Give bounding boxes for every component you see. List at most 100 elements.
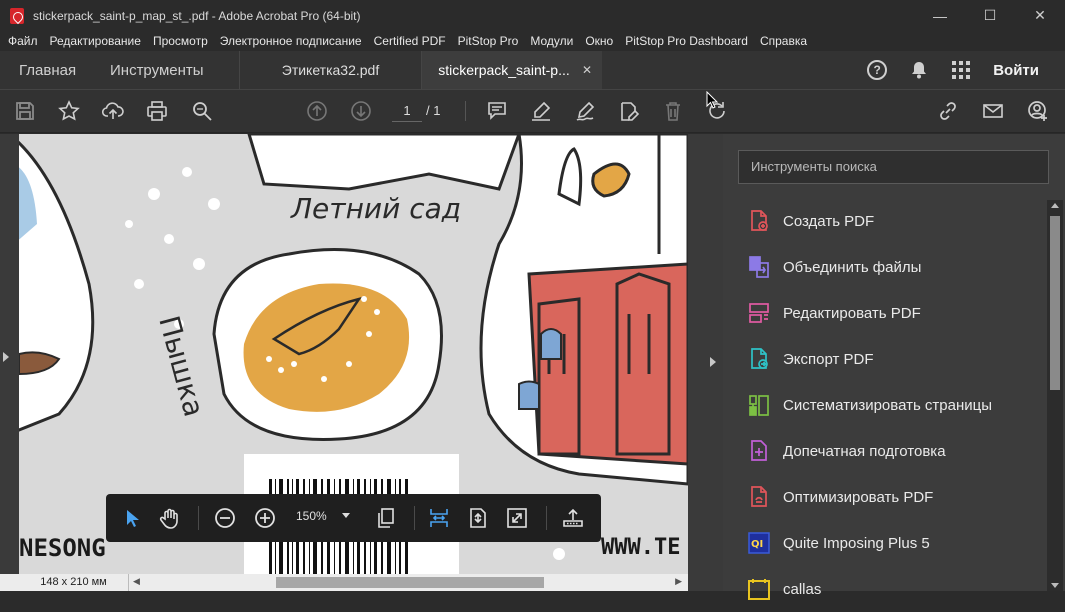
menu-help[interactable]: Справка xyxy=(754,34,813,48)
highlight-icon[interactable] xyxy=(528,98,554,124)
tool-label: Объединить файлы xyxy=(783,258,922,276)
title-bar: stickerpack_saint-p_map_st_.pdf - Adobe … xyxy=(0,0,1065,31)
print-production-icon xyxy=(747,439,771,463)
maximize-button[interactable]: ☐ xyxy=(965,0,1015,31)
comment-icon[interactable] xyxy=(484,98,510,124)
full-screen-icon[interactable] xyxy=(505,506,529,530)
fit-width-icon[interactable] xyxy=(427,506,451,530)
scroll-right-icon[interactable]: ▶ xyxy=(675,576,682,587)
search-tools-input[interactable]: Инструменты поиска xyxy=(738,150,1049,184)
menu-certified-pdf[interactable]: Certified PDF xyxy=(368,34,452,48)
hand-icon[interactable] xyxy=(158,506,182,530)
collapse-right-panel-icon[interactable] xyxy=(710,357,716,367)
panel-scroll-thumb[interactable] xyxy=(1050,216,1060,390)
tool-combine-files[interactable]: Объединить файлы xyxy=(723,244,1047,290)
tool-label: Систематизировать страницы xyxy=(783,396,993,414)
scroll-left-icon[interactable]: ◀ xyxy=(133,576,140,587)
acrobat-logo-icon xyxy=(10,7,24,24)
menu-window[interactable]: Окно xyxy=(579,34,619,48)
tool-organize-pages[interactable]: Систематизировать страницы xyxy=(723,382,1047,428)
expand-left-panel-icon[interactable] xyxy=(3,352,9,362)
float-divider xyxy=(198,506,199,530)
next-page-icon[interactable] xyxy=(348,98,374,124)
window-title: stickerpack_saint-p_map_st_.pdf - Adobe … xyxy=(33,8,361,23)
tab-tools[interactable]: Инструменты xyxy=(110,51,204,89)
tool-optimize-pdf[interactable]: Оптимизировать PDF xyxy=(723,474,1047,520)
export-pdf-icon xyxy=(747,347,771,371)
apps-grid-icon[interactable] xyxy=(951,60,971,80)
prev-page-icon[interactable] xyxy=(304,98,330,124)
menu-view[interactable]: Просмотр xyxy=(147,34,214,48)
page-size-readout: 148 x 210 мм xyxy=(19,574,129,591)
sticker-label-www: WWW.TE xyxy=(601,535,680,560)
page-view-icon[interactable] xyxy=(374,506,398,530)
zoom-out-icon[interactable] xyxy=(213,506,237,530)
float-divider xyxy=(546,506,547,530)
quite-imposing-icon: QI xyxy=(747,531,771,555)
tab-home[interactable]: Главная xyxy=(19,51,76,89)
zoom-dropdown-icon[interactable] xyxy=(342,513,350,518)
menu-bar: Файл Редактирование Просмотр Электронное… xyxy=(0,31,1065,51)
tool-label: Редактировать PDF xyxy=(783,304,921,322)
tool-create-pdf[interactable]: Создать PDF xyxy=(723,198,1047,244)
menu-plugins[interactable]: Модули xyxy=(524,34,579,48)
combine-files-icon xyxy=(747,255,771,279)
optimize-pdf-icon xyxy=(747,485,771,509)
menu-pitstop-pro[interactable]: PitStop Pro xyxy=(452,34,525,48)
save-icon[interactable] xyxy=(12,98,38,124)
create-pdf-icon xyxy=(747,209,771,233)
delete-icon[interactable] xyxy=(660,98,686,124)
email-icon[interactable] xyxy=(980,98,1006,124)
sticker-label-pyshka: Пышка xyxy=(152,312,210,420)
menu-edit[interactable]: Редактирование xyxy=(44,34,147,48)
close-tab-icon[interactable]: ✕ xyxy=(582,63,592,77)
tool-callas[interactable]: callas xyxy=(723,566,1047,612)
tab-document-stickerpack[interactable]: stickerpack_saint-p... ✕ xyxy=(421,51,602,89)
edit-pdf-tool-icon[interactable] xyxy=(616,98,642,124)
tab-document-etiketka[interactable]: Этикетка32.pdf xyxy=(239,51,421,89)
tab-bar: Главная Инструменты Этикетка32.pdf stick… xyxy=(0,51,1065,90)
help-icon[interactable]: ? xyxy=(867,60,888,80)
horizontal-scroll-thumb[interactable] xyxy=(276,577,544,588)
share-link-icon[interactable] xyxy=(935,98,961,124)
scroll-up-icon[interactable] xyxy=(1051,203,1059,208)
tool-label: callas xyxy=(783,580,822,598)
fit-page-icon[interactable] xyxy=(466,506,490,530)
sticker-label-letniy-sad: Летний сад xyxy=(290,192,461,225)
status-bar: 148 x 210 мм ◀ ▶ xyxy=(0,574,688,591)
notifications-bell-icon[interactable] xyxy=(909,60,929,80)
organize-pages-icon xyxy=(747,393,771,417)
sticker-label-nesong: NESONG xyxy=(19,534,106,562)
tools-panel: Инструменты поиска Создать PDF Объединит… xyxy=(723,134,1065,600)
tab-document-label: Этикетка32.pdf xyxy=(281,62,380,78)
tool-print-production[interactable]: Допечатная подготовка xyxy=(723,428,1047,474)
tool-list: Создать PDF Объединить файлы Редактирова… xyxy=(723,198,1047,612)
read-mode-icon[interactable] xyxy=(561,506,585,530)
menu-esign[interactable]: Электронное подписание xyxy=(214,34,368,48)
minimize-button[interactable]: — xyxy=(915,0,965,31)
scroll-down-icon[interactable] xyxy=(1051,583,1059,588)
horizontal-scrollbar[interactable]: ◀ ▶ xyxy=(130,576,688,589)
panel-vertical-scrollbar[interactable] xyxy=(1047,200,1063,591)
sign-icon[interactable] xyxy=(572,98,598,124)
zoom-in-icon[interactable] xyxy=(253,506,277,530)
select-icon[interactable] xyxy=(120,506,144,530)
tool-quite-imposing[interactable]: QI Quite Imposing Plus 5 xyxy=(723,520,1047,566)
page-number-input[interactable]: 1 xyxy=(392,100,422,122)
close-button[interactable]: ✕ xyxy=(1015,0,1065,31)
star-icon[interactable] xyxy=(56,98,82,124)
menu-file[interactable]: Файл xyxy=(2,34,44,48)
tool-label: Quite Imposing Plus 5 xyxy=(783,534,930,552)
tool-export-pdf[interactable]: Экспорт PDF xyxy=(723,336,1047,382)
add-user-icon[interactable] xyxy=(1025,98,1051,124)
find-icon[interactable] xyxy=(189,98,215,124)
sign-in-button[interactable]: Войти xyxy=(993,62,1039,79)
zoom-level-select[interactable]: 150% xyxy=(296,509,327,523)
menu-pitstop-dashboard[interactable]: PitStop Pro Dashboard xyxy=(619,34,754,48)
tool-edit-pdf[interactable]: Редактировать PDF xyxy=(723,290,1047,336)
callas-icon xyxy=(747,577,771,601)
upload-icon[interactable] xyxy=(100,98,126,124)
svg-text:QI: QI xyxy=(751,539,763,550)
main-toolbar: 1 / 1 xyxy=(0,90,1065,133)
print-icon[interactable] xyxy=(144,98,170,124)
